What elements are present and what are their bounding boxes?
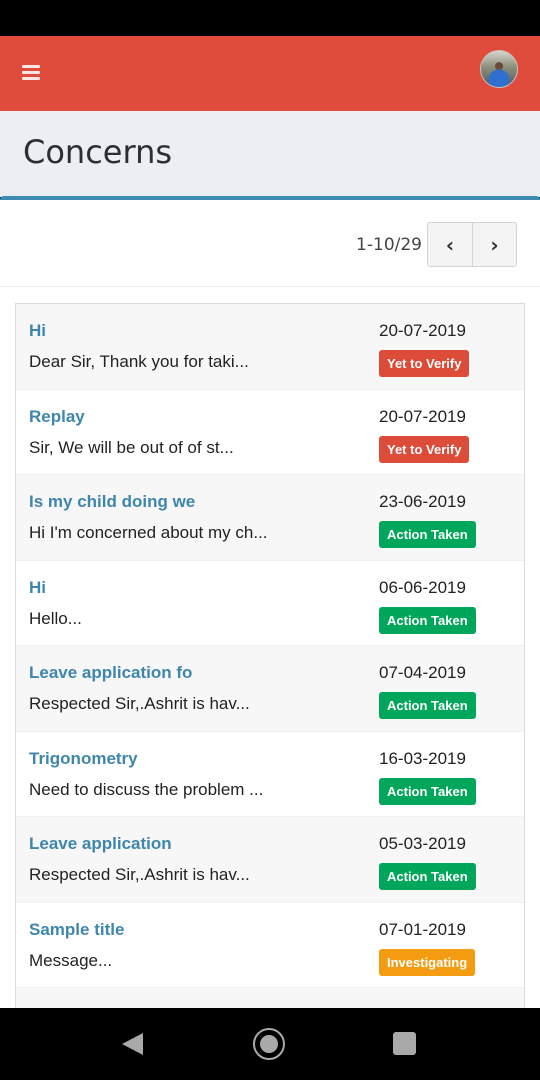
concern-row[interactable]: Hi Dear Sir, Thank you for taki... 20-07… xyxy=(16,304,524,390)
pagination: 1-10/29 ‹ › xyxy=(356,222,517,267)
concern-title[interactable]: Leave application xyxy=(29,834,172,854)
concern-row[interactable]: Sample title Message... 07-01-2019 Inves… xyxy=(16,902,524,988)
pagination-buttons: ‹ › xyxy=(427,222,517,267)
concern-message: Dear Sir, Thank you for taki... xyxy=(29,352,249,371)
status-bar xyxy=(0,0,540,36)
next-page-button[interactable]: › xyxy=(472,223,516,266)
concern-row[interactable]: Leave application Respected Sir,.Ashrit … xyxy=(16,817,524,903)
concern-message: Message... xyxy=(29,950,113,970)
concern-date: 05-03-2019 xyxy=(379,834,466,853)
concern-title[interactable]: Leave application fo xyxy=(29,663,192,683)
prev-page-button[interactable]: ‹ xyxy=(428,223,472,266)
concern-title[interactable]: Hi xyxy=(29,321,46,341)
chevron-left-icon: ‹ xyxy=(445,232,455,257)
page-title: Concerns xyxy=(23,133,173,171)
chevron-right-icon: › xyxy=(490,232,499,257)
concern-row[interactable]: Replay Sir, We will be out of of st... 2… xyxy=(16,389,524,475)
status-badge: Action Taken xyxy=(379,777,476,805)
concern-message: Sir, We will be out of of st... xyxy=(29,437,234,457)
concern-date: 07-04-2019 xyxy=(379,663,466,682)
concern-row[interactable]: Trigonometry Need to discuss the problem… xyxy=(16,731,524,817)
concern-date: 20-07-2019 xyxy=(379,406,466,426)
pagination-range: 1-10/29 xyxy=(356,234,422,255)
back-icon[interactable] xyxy=(122,1033,143,1055)
status-badge: Investigating xyxy=(379,948,476,976)
status-badge: Action Taken xyxy=(379,606,476,634)
concern-date: 23-06-2019 xyxy=(379,492,466,511)
concern-row[interactable]: Is my child doing we Hi I'm concerned ab… xyxy=(16,475,524,561)
concern-title[interactable]: Replay xyxy=(29,407,85,427)
concern-row[interactable]: Leave application fo Respected Sir,.Ashr… xyxy=(16,646,524,732)
concern-title[interactable]: Hi xyxy=(29,578,46,598)
concern-message: Need to discuss the problem ... xyxy=(29,779,264,799)
page-header: Concerns xyxy=(0,111,540,197)
concern-message: Hi I'm concerned about my ch... xyxy=(29,523,268,542)
android-nav-bar xyxy=(0,1008,540,1080)
user-avatar[interactable] xyxy=(480,50,518,88)
concern-date: 07-01-2019 xyxy=(379,919,466,939)
concerns-panel: 1-10/29 ‹ › Hi Dear Sir, Thank you for t… xyxy=(0,196,540,1008)
status-badge: Action Taken xyxy=(379,521,476,548)
concern-title[interactable]: Sample title xyxy=(29,920,124,940)
home-icon[interactable] xyxy=(253,1028,285,1060)
concern-message: Respected Sir,.Ashrit is hav... xyxy=(29,865,250,884)
status-badge: Action Taken xyxy=(379,863,476,890)
concern-title[interactable]: Is my child doing we xyxy=(29,492,195,512)
status-badge: Yet to Verify xyxy=(379,350,470,377)
hamburger-menu-icon[interactable] xyxy=(22,65,40,81)
concern-date: 16-03-2019 xyxy=(379,748,466,768)
concerns-list: Hi Dear Sir, Thank you for taki... 20-07… xyxy=(15,303,525,1008)
concern-message: Hello... xyxy=(29,608,82,628)
status-badge: Yet to Verify xyxy=(379,435,470,463)
concern-message: Respected Sir,.Ashrit is hav... xyxy=(29,694,250,713)
concern-date: 06-06-2019 xyxy=(379,577,466,597)
app-bar xyxy=(0,36,540,111)
concern-title[interactable]: Trigonometry xyxy=(29,749,138,769)
concern-row[interactable]: Hi Hello... 06-06-2019 Action Taken xyxy=(16,560,524,646)
concern-row[interactable]: M 04-01-2019 xyxy=(16,988,524,1008)
divider xyxy=(0,286,540,287)
recent-apps-icon[interactable] xyxy=(393,1032,416,1055)
status-badge: Action Taken xyxy=(379,692,476,719)
concern-date: 20-07-2019 xyxy=(379,321,466,340)
